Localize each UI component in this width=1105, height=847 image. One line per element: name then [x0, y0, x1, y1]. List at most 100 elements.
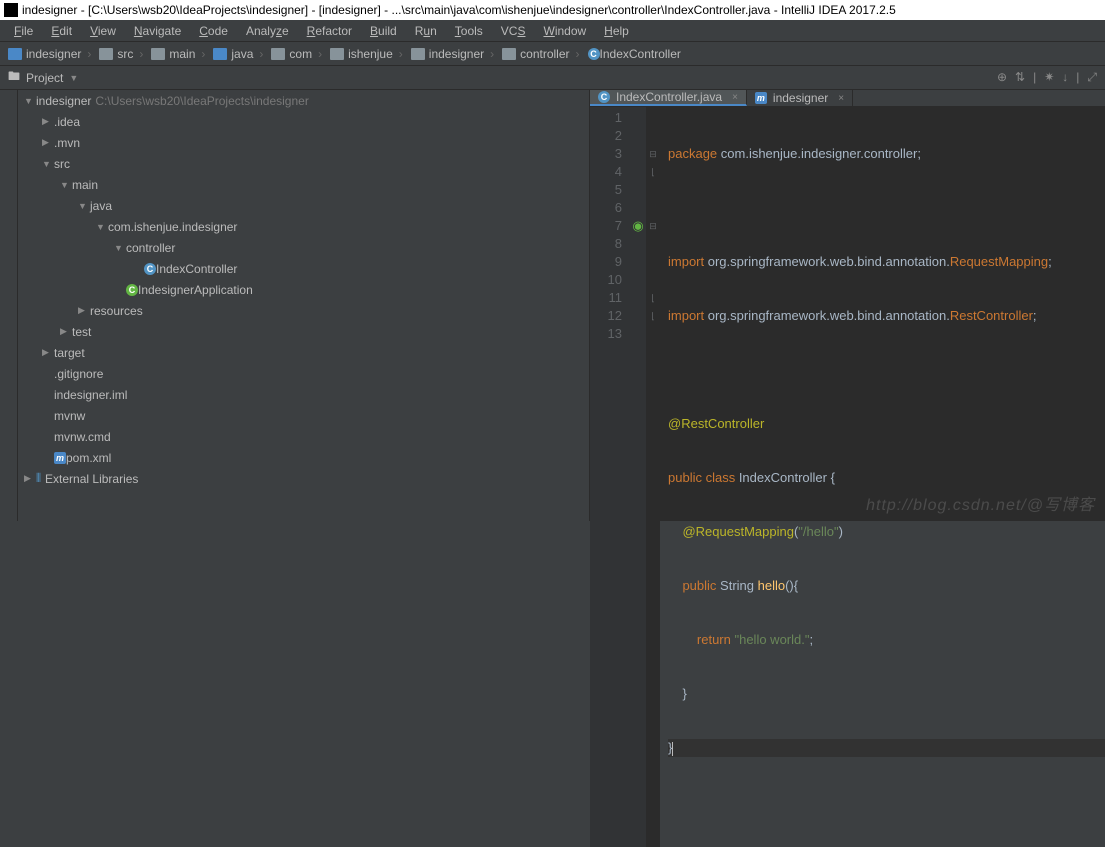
breadcrumb-item[interactable]: src — [97, 47, 149, 61]
tree-arrow-icon[interactable]: ▼ — [24, 96, 34, 106]
folder-icon — [99, 48, 113, 60]
breadcrumb-item[interactable]: controller — [500, 47, 585, 61]
close-icon[interactable]: × — [732, 92, 738, 103]
gutter-run-icon[interactable]: ◉ — [630, 217, 646, 235]
menu-vcs[interactable]: VCS — [493, 22, 534, 40]
tree-item[interactable]: ▶.idea — [18, 111, 589, 132]
tree-item[interactable]: ▼controller — [18, 237, 589, 258]
tree-item[interactable]: mvnw — [18, 405, 589, 426]
tree-arrow-icon[interactable]: ▼ — [114, 243, 124, 253]
breadcrumb-item[interactable]: indesigner — [6, 47, 97, 61]
tree-item[interactable]: ▶target — [18, 342, 589, 363]
tree-item[interactable]: ▼src — [18, 153, 589, 174]
tree-arrow-icon[interactable]: ▶ — [42, 116, 52, 127]
gutter-annotations: ◉ — [630, 107, 646, 847]
menu-file[interactable]: File — [6, 22, 41, 40]
menu-run[interactable]: Run — [407, 22, 445, 40]
code-content[interactable]: package com.ishenjue.indesigner.controll… — [660, 107, 1105, 847]
breadcrumb-label: src — [117, 47, 133, 61]
tree-item[interactable]: indesigner.iml — [18, 384, 589, 405]
line-number[interactable]: 1 — [590, 109, 622, 127]
tree-item[interactable]: CIndexController — [18, 258, 589, 279]
editor-tab[interactable]: CIndexController.java× — [590, 90, 747, 106]
tree-item[interactable]: CIndesignerApplication — [18, 279, 589, 300]
kw: package — [668, 146, 717, 161]
tree-item[interactable]: .gitignore — [18, 363, 589, 384]
tree-arrow-icon[interactable]: ▶ — [24, 473, 34, 484]
line-number[interactable]: 9 — [590, 253, 622, 271]
line-number[interactable]: 4 — [590, 163, 622, 181]
toolbar-icon[interactable]: ⤢ — [1087, 70, 1097, 85]
tree-label: indesigner — [36, 94, 91, 108]
editor-tab[interactable]: mindesigner× — [747, 90, 853, 106]
menu-tools[interactable]: Tools — [447, 22, 491, 40]
folder-icon — [330, 48, 344, 60]
menu-build[interactable]: Build — [362, 22, 405, 40]
breadcrumb-item[interactable]: java — [211, 47, 269, 61]
code-text: String — [720, 578, 758, 593]
tree-item[interactable]: ▶⫴External Libraries — [18, 468, 589, 489]
breadcrumb-item[interactable]: com — [269, 47, 328, 61]
maven-icon: m — [54, 452, 66, 464]
tree-item[interactable]: mvnw.cmd — [18, 426, 589, 447]
tree-item[interactable]: ▶.mvn — [18, 132, 589, 153]
fold-gutter[interactable]: ⊟⌊ ⊟⌊⌊ — [646, 107, 660, 847]
breadcrumb-item[interactable]: ishenjue — [328, 47, 409, 61]
menu-help[interactable]: Help — [596, 22, 637, 40]
menu-navigate[interactable]: Navigate — [126, 22, 189, 40]
tree-label: indesigner.iml — [54, 388, 127, 402]
toolbar-icon[interactable]: ⊕ — [997, 70, 1007, 85]
menu-code[interactable]: Code — [191, 22, 236, 40]
line-number[interactable]: 5 — [590, 181, 622, 199]
menu-window[interactable]: Window — [535, 22, 594, 40]
tree-item[interactable]: ▼com.ishenjue.indesigner — [18, 216, 589, 237]
library-icon: ⫴ — [36, 471, 41, 486]
toolbar-icon[interactable]: ✷ — [1044, 70, 1054, 85]
close-icon[interactable]: × — [838, 93, 844, 104]
tree-arrow-icon[interactable]: ▼ — [60, 180, 70, 190]
breadcrumb-item[interactable]: CIndexController — [586, 47, 693, 61]
tree-arrow-icon[interactable]: ▶ — [42, 347, 52, 358]
line-number[interactable]: 8 — [590, 235, 622, 253]
tree-arrow-icon[interactable]: ▼ — [78, 201, 88, 211]
tree-arrow-icon[interactable]: ▼ — [42, 159, 52, 169]
line-number[interactable]: 6 — [590, 199, 622, 217]
tree-item[interactable]: ▶resources — [18, 300, 589, 321]
code-editor[interactable]: 12345678910111213 ◉ ⊟⌊ ⊟⌊⌊ package com.i… — [590, 107, 1105, 847]
toolbar-icon[interactable]: ⇅ — [1015, 70, 1025, 85]
project-dropdown-icon[interactable]: ▼ — [69, 73, 78, 83]
tree-item[interactable]: mpom.xml — [18, 447, 589, 468]
line-number[interactable]: 11 — [590, 289, 622, 307]
line-number[interactable]: 12 — [590, 307, 622, 325]
folder-icon — [8, 48, 22, 60]
tree-item[interactable]: ▼java — [18, 195, 589, 216]
tree-arrow-icon[interactable]: ▶ — [42, 137, 52, 148]
project-label[interactable]: Project — [26, 71, 63, 85]
breadcrumb-item[interactable]: indesigner — [409, 47, 500, 61]
class-ref: RestController — [950, 308, 1033, 323]
tree-item[interactable]: ▼indesignerC:\Users\wsb20\IdeaProjects\i… — [18, 90, 589, 111]
code-text: com.ishenjue.indesigner.controller; — [717, 146, 921, 161]
tree-arrow-icon[interactable]: ▶ — [78, 305, 88, 316]
tree-arrow-icon[interactable]: ▶ — [60, 326, 70, 337]
project-tree[interactable]: ▼indesignerC:\Users\wsb20\IdeaProjects\i… — [18, 90, 590, 521]
line-number[interactable]: 2 — [590, 127, 622, 145]
tab-label: indesigner — [773, 91, 828, 105]
menu-analyze[interactable]: Analyze — [238, 22, 297, 40]
line-number[interactable]: 13 — [590, 325, 622, 343]
menu-refactor[interactable]: Refactor — [299, 22, 360, 40]
line-number[interactable]: 10 — [590, 271, 622, 289]
menu-view[interactable]: View — [82, 22, 124, 40]
class-name: IndexController — [739, 470, 827, 485]
spring-class-icon: C — [126, 284, 138, 296]
line-number[interactable]: 3 — [590, 145, 622, 163]
tree-item[interactable]: ▼main — [18, 174, 589, 195]
line-number[interactable]: 7 — [590, 217, 622, 235]
toolbar-icon[interactable]: ↓ — [1062, 70, 1068, 85]
folder-icon — [271, 48, 285, 60]
breadcrumb-item[interactable]: main — [149, 47, 211, 61]
menu-edit[interactable]: Edit — [43, 22, 80, 40]
tree-arrow-icon[interactable]: ▼ — [96, 222, 106, 232]
tree-label: .mvn — [54, 136, 80, 150]
tree-item[interactable]: ▶test — [18, 321, 589, 342]
